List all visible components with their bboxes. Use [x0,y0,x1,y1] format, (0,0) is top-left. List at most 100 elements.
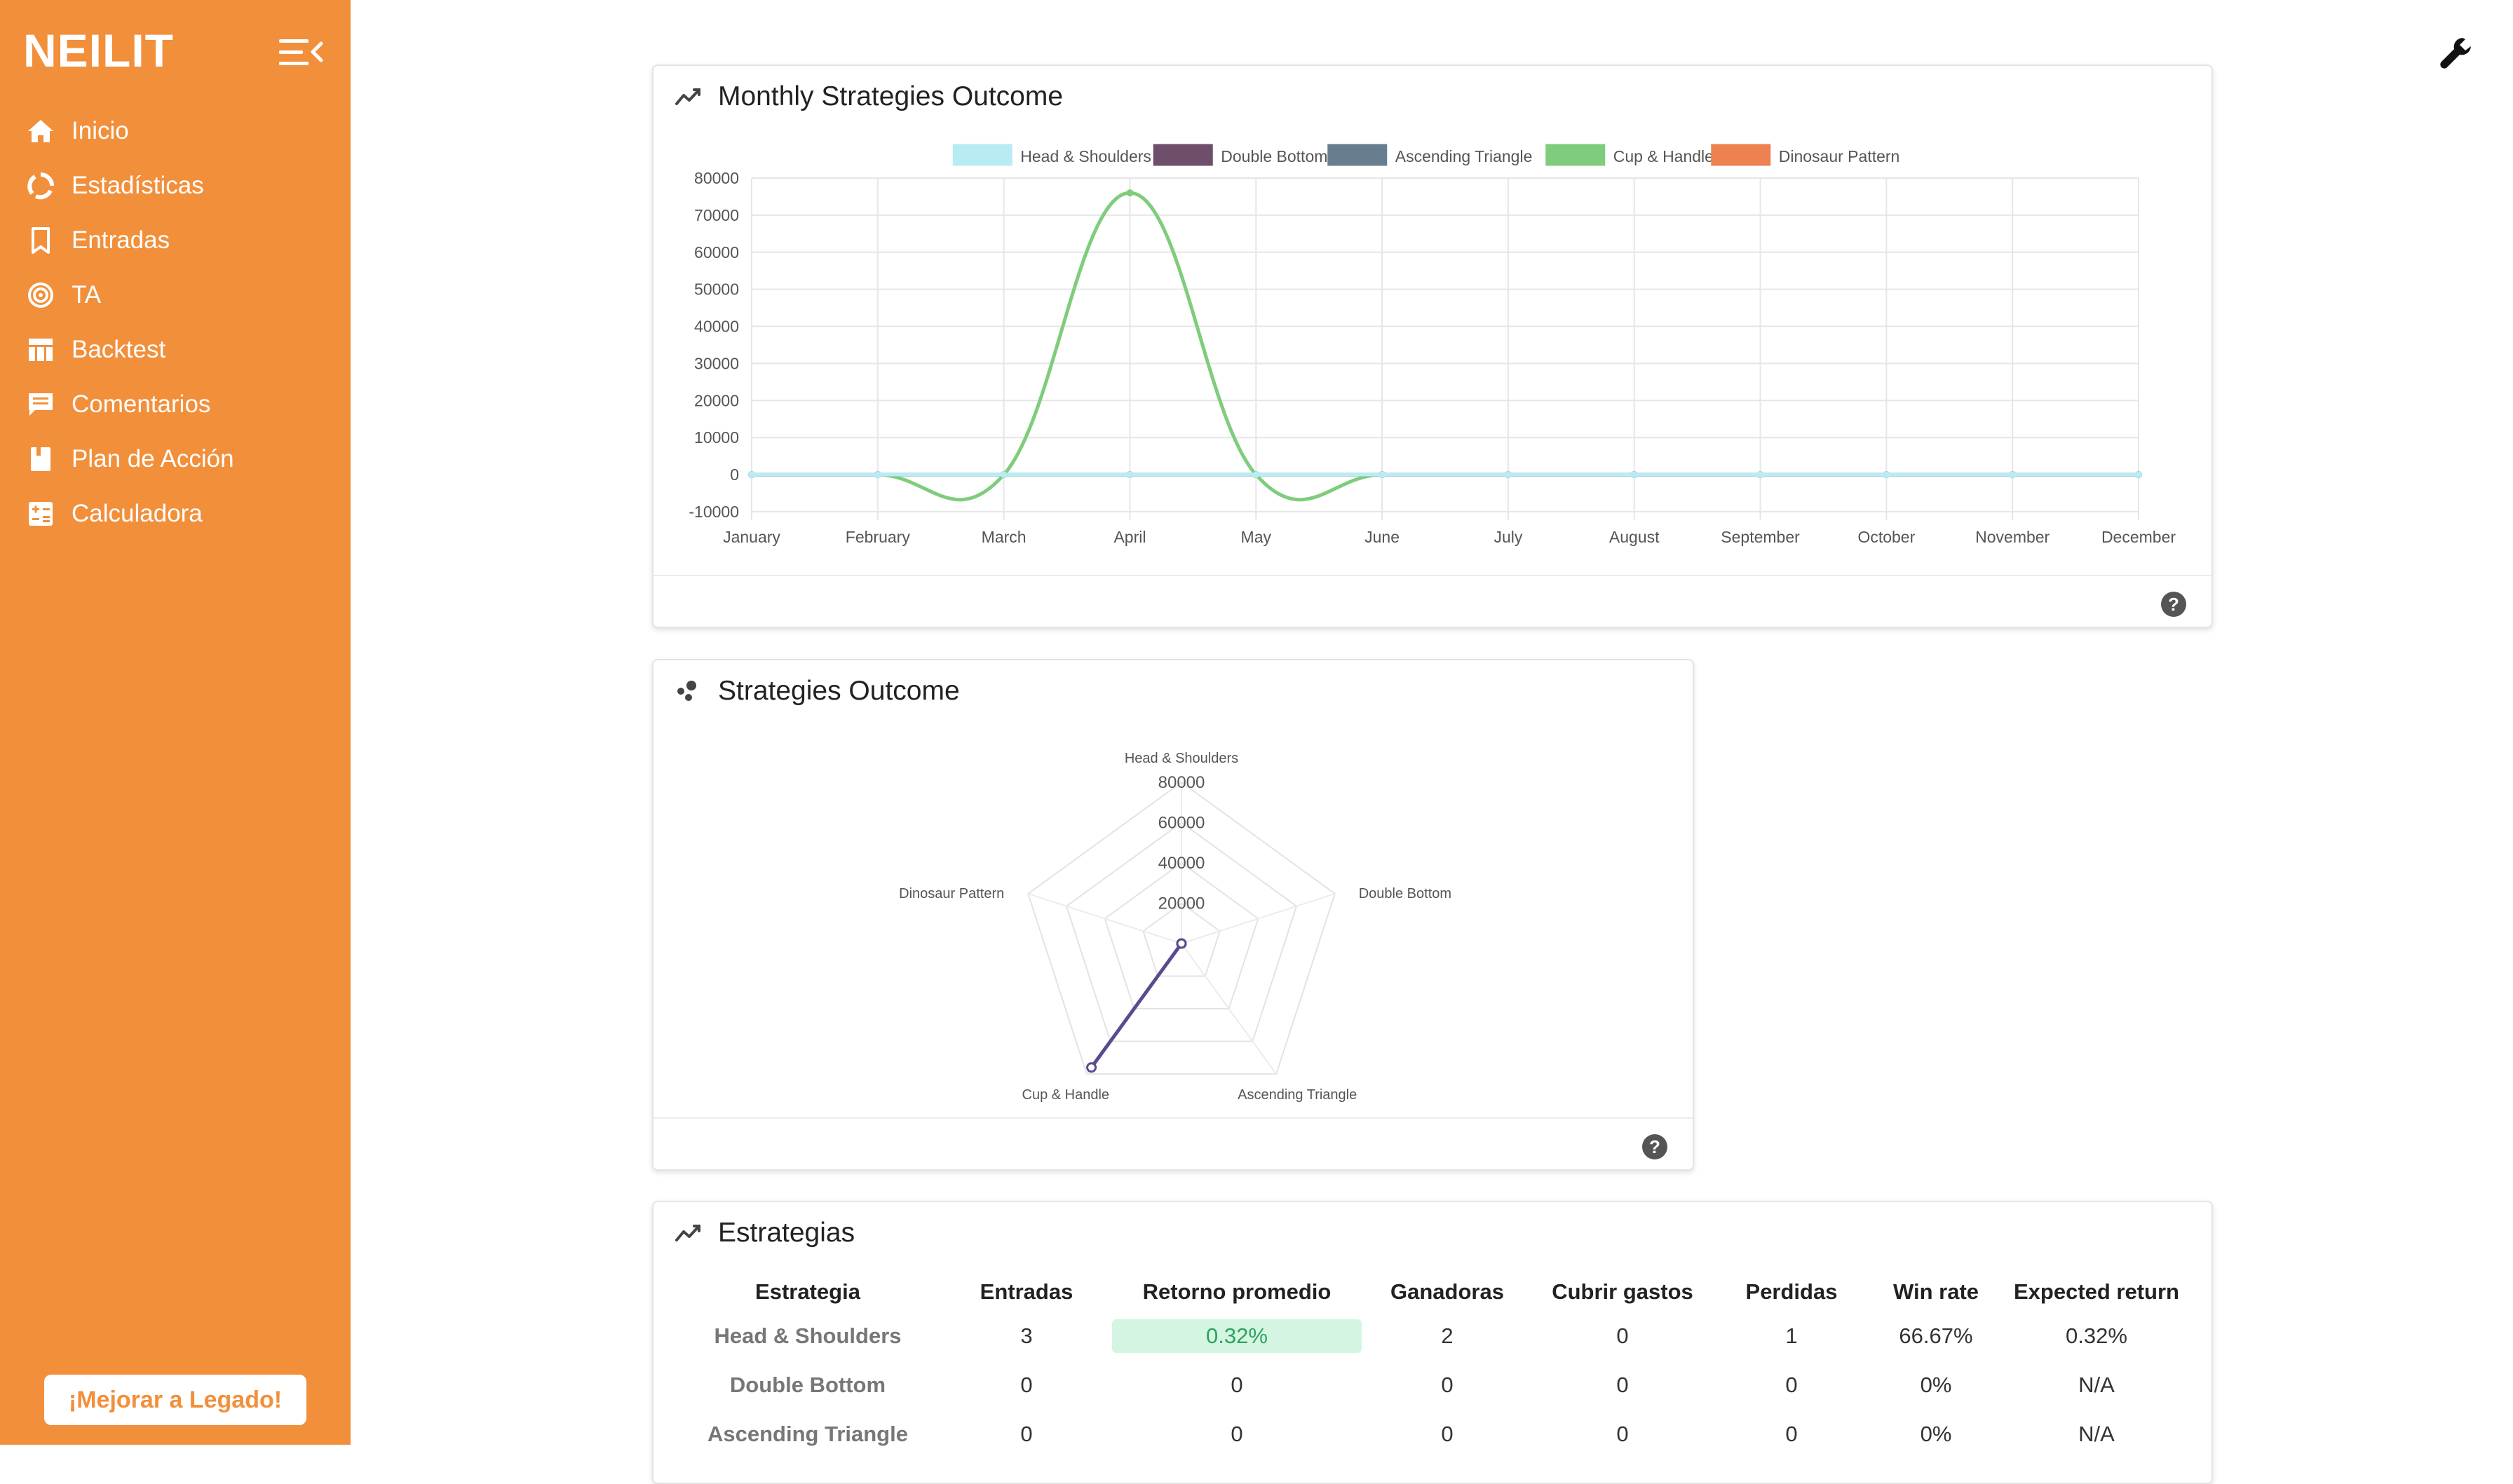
x-tick-label: June [1364,528,1400,546]
sidebar-item-calculadora[interactable]: Calculadora [0,486,351,541]
legend-swatch [1545,144,1606,166]
sidebar-item-comentarios[interactable]: Comentarios [0,377,351,432]
radar-tick-label: 20000 [1158,894,1205,913]
return-badge: 0.32% [1112,1319,1362,1353]
radar-axis-label: Ascending Triangle [1238,1087,1357,1103]
calculator-icon [25,498,56,529]
table-cell: 0 [1785,1373,1798,1397]
y-tick-label: 80000 [694,169,739,187]
radar-series [1090,942,1184,1069]
strategy-name-cell: Head & Shoulders [714,1323,902,1348]
column-header[interactable]: Cubrir gastos [1533,1272,1712,1312]
strategy-name-cell: Ascending Triangle [707,1422,908,1446]
brand-logo[interactable]: NEILIT [23,24,174,77]
sidebar-item-label: Estadísticas [72,172,204,199]
y-tick-label: 50000 [694,280,739,299]
radar-tick-label: 40000 [1158,854,1205,873]
sidebar-item-label: Comentarios [72,390,211,418]
x-tick-label: March [982,528,1027,546]
column-header[interactable]: Win rate [1871,1272,2001,1312]
sidebar-item-backtest[interactable]: Backtest [0,322,351,377]
table-cell: N/A [2078,1373,2115,1397]
monthly-outcome-card: Monthly Strategies Outcome Head & Should… [652,64,2213,628]
table-cell: 0 [1020,1373,1033,1397]
data-point [1630,471,1638,479]
sidebar-item-label: Plan de Acción [72,445,234,472]
help-icon[interactable]: ? [2161,592,2186,617]
table-cell: 0 [1616,1373,1629,1397]
estrategias-header: Estrategias [675,1218,855,1248]
book-icon [25,444,56,475]
x-tick-label: September [1721,528,1800,546]
y-tick-label: 10000 [694,428,739,447]
y-tick-label: 70000 [694,206,739,224]
radar-point [1086,1062,1097,1073]
legend-label: Ascending Triangle [1395,147,1533,165]
data-point [1756,471,1764,479]
legend-swatch [1153,144,1213,166]
table-row: Double Bottom 0 0 0 0 0 0% N/A [675,1361,2192,1410]
y-tick-label: 40000 [694,318,739,336]
column-header[interactable]: Estrategia [675,1272,941,1312]
data-point [1126,189,1134,197]
x-tick-label: May [1241,528,1272,546]
table-icon [25,334,56,365]
y-tick-label: -10000 [689,503,739,521]
data-point [2135,471,2142,479]
strategies-radar-chart: 20000 40000 60000 80000 Head & Shoulders Doub… [899,751,1451,1103]
table-cell: 0.32% [1112,1312,1362,1361]
radar-axis-label: Double Bottom [1359,886,1451,901]
sidebar: NEILIT Inicio Estadísticas Entradas TA B… [0,0,351,1445]
table-cell: 0 [1616,1422,1629,1446]
table-cell: 0 [1020,1422,1033,1446]
wrench-icon[interactable] [2439,35,2475,72]
table-row: Ascending Triangle 0 0 0 0 0 0% N/A [675,1410,2192,1459]
data-point [1379,471,1386,479]
card-footer: ? [653,575,2211,627]
help-icon[interactable]: ? [1642,1134,1667,1159]
data-point [748,471,755,479]
table-cell: 0.32% [2066,1323,2127,1348]
table-cell: 1 [1785,1323,1798,1348]
table-cell: 2 [1441,1323,1454,1348]
comment-icon [25,389,56,420]
x-tick-label: July [1493,528,1522,546]
legend-label: Cup & Handle [1613,147,1714,165]
legend-label: Head & Shoulders [1020,147,1151,165]
column-header[interactable]: Retorno promedio [1112,1272,1362,1312]
strategy-name-cell: Double Bottom [729,1373,886,1397]
column-header[interactable]: Expected return [2001,1272,2192,1312]
sidebar-item-label: TA [72,281,102,308]
data-point [1504,471,1512,479]
upgrade-button[interactable]: ¡Mejorar a Legado! [44,1375,306,1425]
collapse-menu-icon[interactable] [278,36,324,69]
column-header[interactable]: Perdidas [1712,1272,1871,1312]
sidebar-item-entradas[interactable]: Entradas [0,213,351,268]
table-cell: 0 [1231,1422,1243,1446]
data-point [874,471,881,479]
radar-axis-label: Cup & Handle [1022,1087,1110,1103]
sidebar-item-ta[interactable]: TA [0,268,351,322]
table-cell: N/A [2078,1422,2115,1446]
data-point [1252,471,1260,479]
y-tick-label: 60000 [694,243,739,261]
radar-axis-label: Head & Shoulders [1125,751,1238,766]
sidebar-item-plan-de-accion[interactable]: Plan de Acción [0,432,351,486]
sidebar-item-label: Entradas [72,226,170,254]
table-row: Head & Shoulders 3 0.32% 2 0 1 66.67% 0.… [675,1312,2192,1361]
sidebar-item-label: Inicio [72,117,129,144]
column-header[interactable]: Entradas [941,1272,1112,1312]
x-tick-label: January [723,528,780,546]
table-cell: 66.67% [1899,1323,1973,1348]
estrategias-title: Estrategias [718,1218,855,1248]
table-cell: 3 [1020,1323,1033,1348]
sidebar-item-estadisticas[interactable]: Estadísticas [0,158,351,213]
column-header[interactable]: Ganadoras [1362,1272,1533,1312]
sidebar-item-inicio[interactable]: Inicio [0,104,351,158]
radar-tick-label: 80000 [1158,773,1205,792]
estrategias-card: Estrategias Estrategia Entradas Retorno … [652,1201,2213,1484]
spinner-icon [25,170,56,201]
x-tick-label: February [846,528,911,546]
x-tick-label: August [1609,528,1660,546]
bookmark-icon [25,225,56,256]
